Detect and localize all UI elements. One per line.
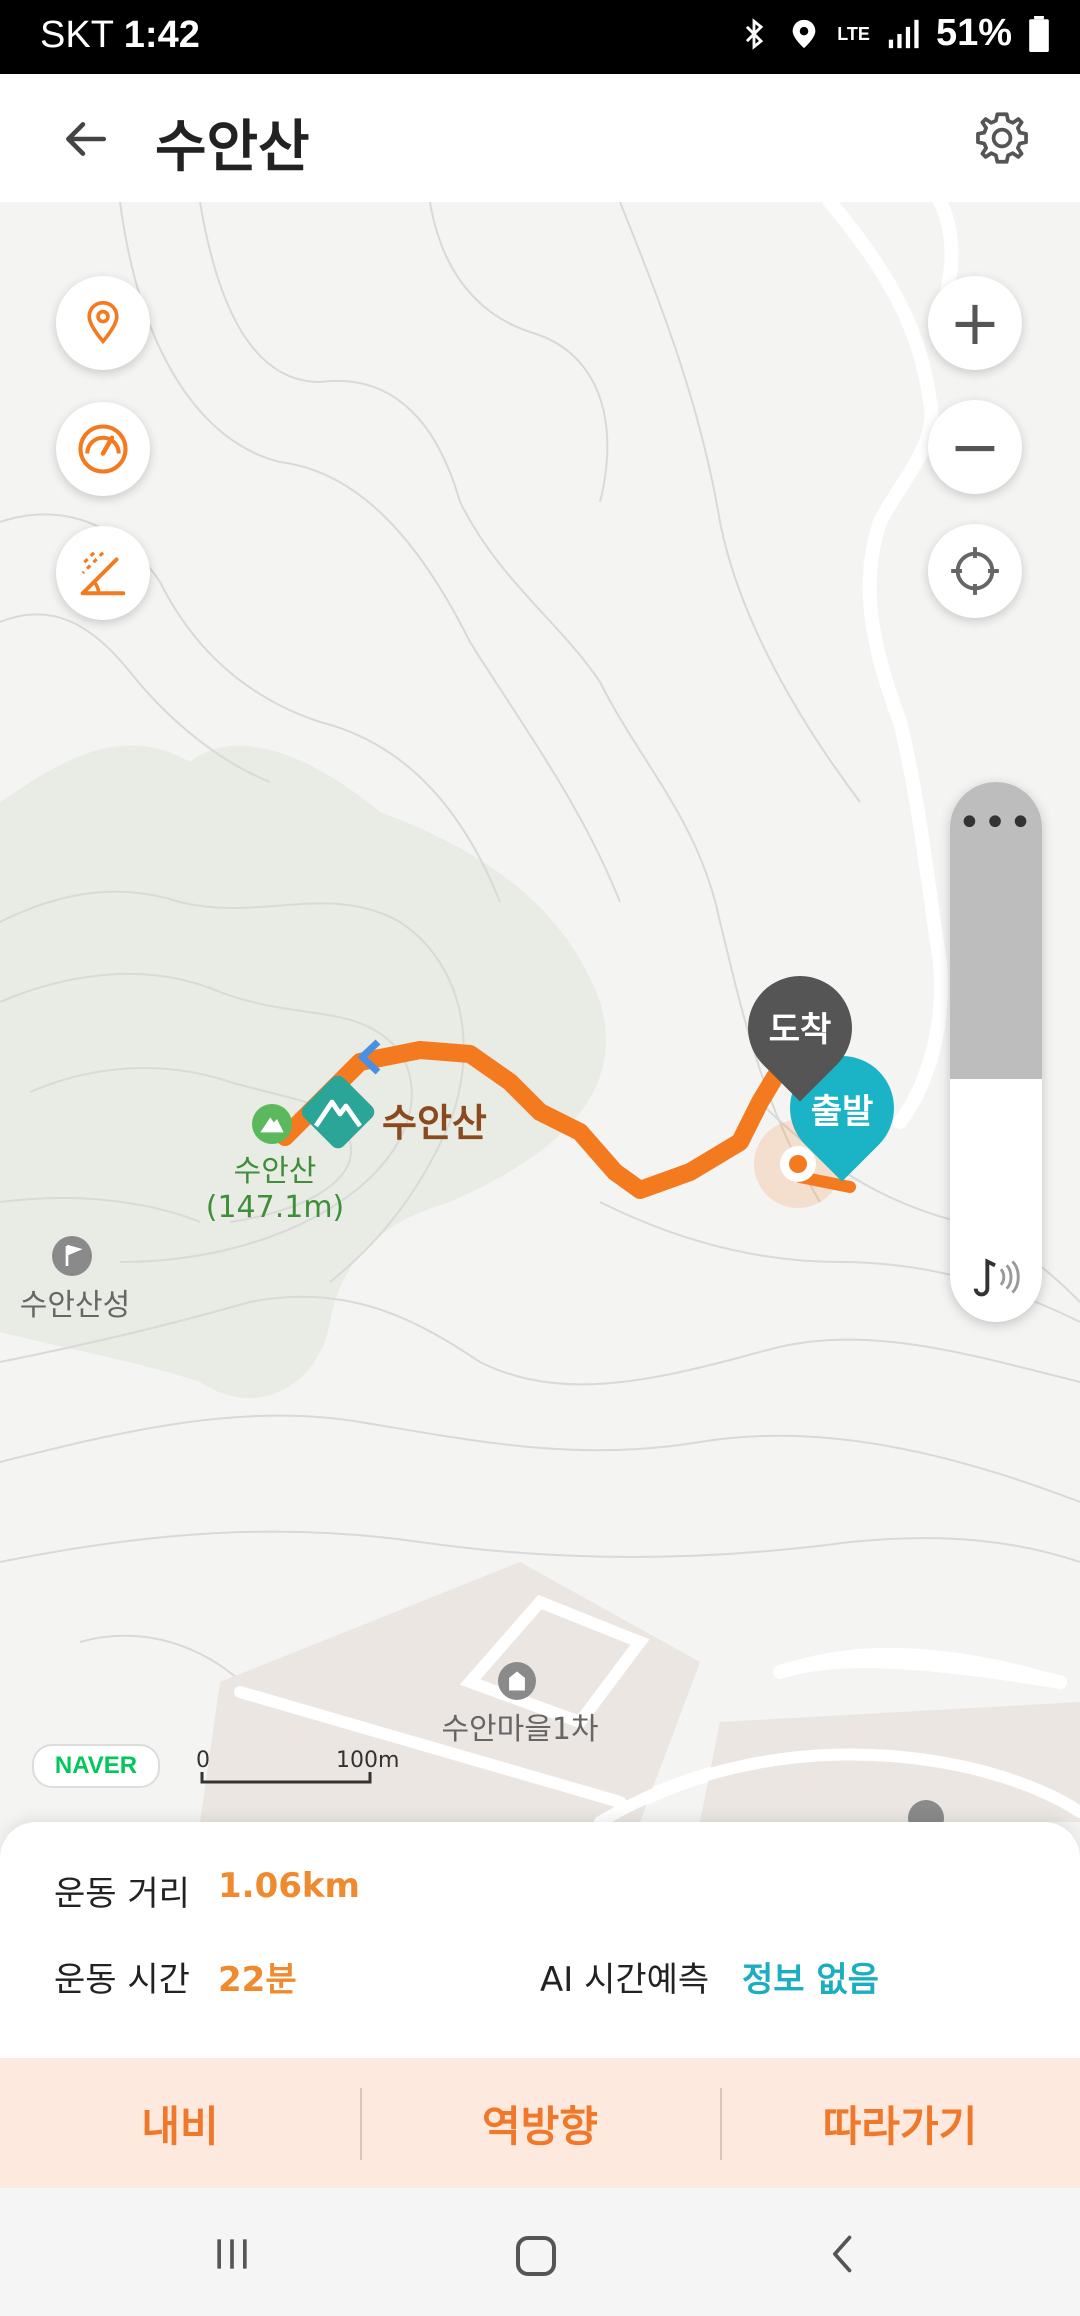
- signal-icon: [888, 19, 919, 48]
- workout-info-panel: 운동 거리 1.06km 운동 시간 22분 AI 시간예측 정보 없음: [0, 1822, 1080, 2058]
- recent-apps-icon[interactable]: [210, 2232, 254, 2276]
- speedometer-icon: [78, 424, 128, 474]
- locate-button[interactable]: [928, 524, 1022, 618]
- gear-icon[interactable]: [974, 110, 1030, 166]
- home-icon[interactable]: [512, 2232, 560, 2280]
- network-type: LTE: [837, 23, 870, 44]
- slope-button[interactable]: [56, 526, 150, 620]
- arrow-left-icon[interactable]: [60, 114, 110, 164]
- zoom-in-button[interactable]: +: [928, 276, 1022, 370]
- follow-button[interactable]: 따라가기: [720, 2058, 1080, 2188]
- status-bar: SKT 1:42 LTE 51%: [0, 0, 1080, 74]
- peak-label: 수안산 (147.1m): [200, 1146, 350, 1225]
- system-nav-bar: [0, 2188, 1080, 2316]
- volume-panel[interactable]: •••: [950, 782, 1042, 1322]
- scale-end-label: 100m: [336, 1748, 400, 1773]
- peak-elevation: (147.1m): [205, 1190, 345, 1225]
- volume-menu-icon[interactable]: •••: [950, 800, 1042, 846]
- distance-label: 운동 거리: [54, 1874, 190, 1914]
- back-nav-icon[interactable]: [822, 2232, 866, 2276]
- plus-icon: +: [949, 286, 1001, 359]
- mountain-icon: [260, 1117, 284, 1133]
- pin-icon: [87, 300, 119, 345]
- reverse-button[interactable]: 역방향: [360, 2058, 720, 2188]
- location-icon: [792, 19, 816, 48]
- action-bar: 내비 역방향 따라가기: [0, 2058, 1080, 2188]
- ai-estimate-label: AI 시간예측: [540, 1960, 710, 2000]
- flag-icon: [65, 1244, 83, 1266]
- mountain-name-label: 수안산: [382, 1101, 487, 1145]
- mountain-badge-icon: [314, 1099, 362, 1128]
- village-label: 수안마을1차: [441, 1712, 599, 1747]
- peak-marker[interactable]: [252, 1104, 292, 1144]
- scale-start-label: 0: [196, 1748, 210, 1773]
- ai-estimate-value: 정보 없음: [742, 1960, 879, 2000]
- slope-icon: [80, 551, 126, 596]
- navigation-button[interactable]: 내비: [0, 2058, 360, 2188]
- naver-logo: NAVER: [32, 1744, 160, 1788]
- time-label: 운동 시간: [54, 1960, 190, 2000]
- village-marker[interactable]: [498, 1662, 536, 1700]
- speedometer-button[interactable]: [56, 402, 150, 496]
- fortress-marker[interactable]: [52, 1236, 92, 1276]
- arrive-label: 도착: [768, 1010, 832, 1050]
- location-core: [789, 1155, 807, 1173]
- clock: 1:42: [123, 14, 200, 56]
- zoom-out-button[interactable]: −: [928, 400, 1022, 494]
- bluetooth-icon: [746, 17, 764, 50]
- sound-icon[interactable]: [968, 1252, 1026, 1302]
- map-view[interactable]: + − ••• 수안산 (147.1m) 수안산 수안산성 수안마을1차 출발 …: [0, 202, 1080, 1822]
- app-header: 수안산: [0, 74, 1080, 202]
- battery-icon: [1029, 15, 1049, 52]
- carrier: SKT: [40, 14, 114, 56]
- status-carrier-time: SKT 1:42: [40, 14, 200, 57]
- status-icons: LTE 51%: [737, 12, 1050, 55]
- poi-button[interactable]: [56, 276, 150, 370]
- time-value: 22분: [218, 1960, 297, 2000]
- crosshair-icon: [951, 547, 999, 595]
- fortress-label: 수안산성: [19, 1288, 131, 1323]
- minus-icon: −: [949, 410, 1001, 483]
- battery-percent: 51%: [935, 12, 1012, 54]
- page-title: 수안산: [155, 115, 310, 180]
- road-edges: [830, 202, 930, 402]
- distance-value: 1.06km: [218, 1866, 360, 1906]
- map-background: [0, 202, 1080, 1822]
- peak-name: 수안산: [233, 1154, 317, 1189]
- building-icon: [509, 1671, 525, 1691]
